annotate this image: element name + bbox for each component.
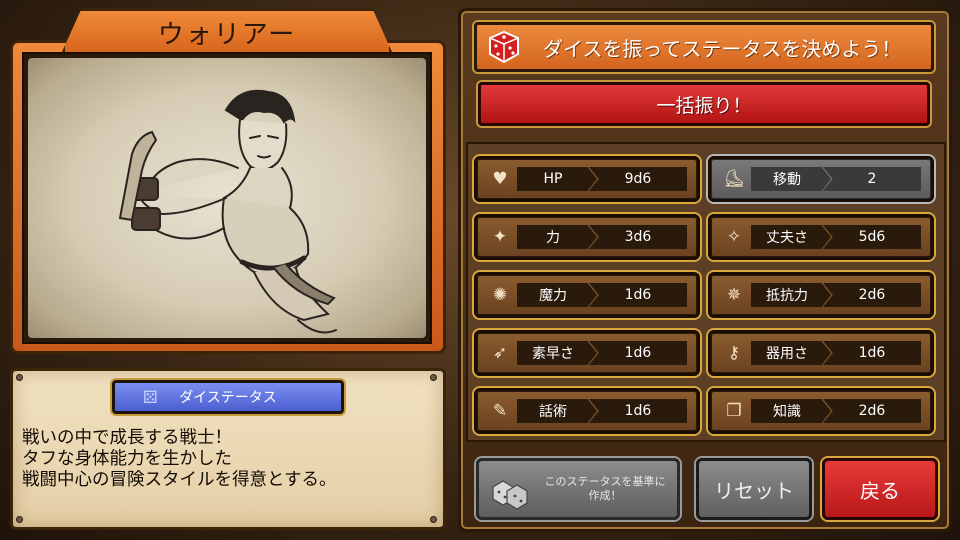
stat-value: 1d6 [823, 341, 921, 365]
strength-icon: ✦ [492, 227, 508, 247]
description-line: 戦いの中で成長する戦士！ [22, 428, 232, 448]
stat-value: 2d6 [823, 283, 921, 307]
roll-all-label: 一括振り！ [656, 94, 752, 117]
dexterity-icon: ⚷ [727, 343, 741, 363]
reset-label: リセット [714, 478, 794, 503]
speech-icon: ✎ [492, 401, 508, 421]
boot-icon: ⛸ [723, 169, 745, 189]
rivet [16, 516, 23, 523]
rivet [16, 374, 23, 381]
class-name: ウォリアー [157, 20, 297, 50]
book-icon: ❐ [726, 401, 742, 421]
roll-all-button[interactable]: 一括振り！ [478, 82, 930, 126]
stat-resistance[interactable]: ✵ 抵抗力 2d6 [708, 272, 934, 318]
stat-name: 素早さ [517, 341, 597, 365]
dice-status-label: ダイステータス [179, 390, 277, 406]
stat-name: 力 [517, 225, 597, 249]
stat-value: 5d6 [823, 225, 921, 249]
stat-move: ⛸ 移動 2 [708, 156, 934, 202]
stat-name: 抵抗力 [751, 283, 831, 307]
stat-value: 1d6 [589, 399, 687, 423]
stat-value: 2d6 [823, 399, 921, 423]
stat-name: 丈夫さ [751, 225, 831, 249]
description-line: タフな身体能力を生かした [22, 449, 232, 469]
dice-icon [489, 30, 519, 64]
stat-toughness[interactable]: ✧ 丈夫さ 5d6 [708, 214, 934, 260]
class-description: 戦いの中で成長する戦士！ タフな身体能力を生かした 戦闘中心の冒険スタイルを得意… [22, 428, 442, 491]
stat-name: 魔力 [517, 283, 597, 307]
toughness-icon: ✧ [726, 227, 742, 247]
stat-value: 9d6 [589, 167, 687, 191]
stat-name: 移動 [751, 167, 831, 191]
instruction-banner: ダイスを振ってステータスを決めよう！ [474, 22, 934, 72]
dice-status-button[interactable]: ⚄ ダイステータス [112, 380, 344, 414]
heart-icon: ♥ [492, 169, 508, 189]
stat-name: 知識 [751, 399, 831, 423]
create-line-1: このステータスを基準に [544, 475, 666, 488]
stat-name: 器用さ [751, 341, 831, 365]
stat-dexterity[interactable]: ⚷ 器用さ 1d6 [708, 330, 934, 376]
stat-name: HP [517, 167, 597, 191]
stat-strength[interactable]: ✦ 力 3d6 [474, 214, 700, 260]
stat-magic[interactable]: ✺ 魔力 1d6 [474, 272, 700, 318]
dice-icon: ⚄ [143, 388, 158, 408]
resistance-icon: ✵ [726, 285, 742, 305]
back-button[interactable]: 戻る [822, 458, 938, 520]
create-button-label: このステータスを基準に 作成！ [535, 475, 675, 503]
stat-value: 1d6 [589, 283, 687, 307]
stat-speech[interactable]: ✎ 話術 1d6 [474, 388, 700, 434]
warrior-illustration [118, 89, 337, 334]
stat-speed[interactable]: ➶ 素早さ 1d6 [474, 330, 700, 376]
magic-icon: ✺ [492, 285, 508, 305]
rivet [430, 374, 437, 381]
speed-icon: ➶ [492, 343, 508, 363]
banner-text: ダイスを振ってステータスを決めよう！ [543, 36, 902, 61]
back-label: 戻る [860, 478, 900, 503]
stat-value: 3d6 [589, 225, 687, 249]
warrior-portrait [28, 58, 426, 338]
stat-hp[interactable]: ♥ HP 9d6 [474, 156, 700, 202]
rivet [430, 516, 437, 523]
stat-knowledge[interactable]: ❐ 知識 2d6 [708, 388, 934, 434]
create-line-2: 作成！ [588, 489, 622, 502]
stat-name: 話術 [517, 399, 597, 423]
description-line: 戦闘中心の冒険スタイルを得意とする。 [22, 470, 337, 490]
stat-value: 2 [823, 167, 921, 191]
create-with-status-button[interactable]: このステータスを基準に 作成！ [476, 458, 680, 520]
reset-button[interactable]: リセット [696, 458, 812, 520]
stat-value: 1d6 [589, 341, 687, 365]
dice-pair-icon [492, 480, 528, 510]
